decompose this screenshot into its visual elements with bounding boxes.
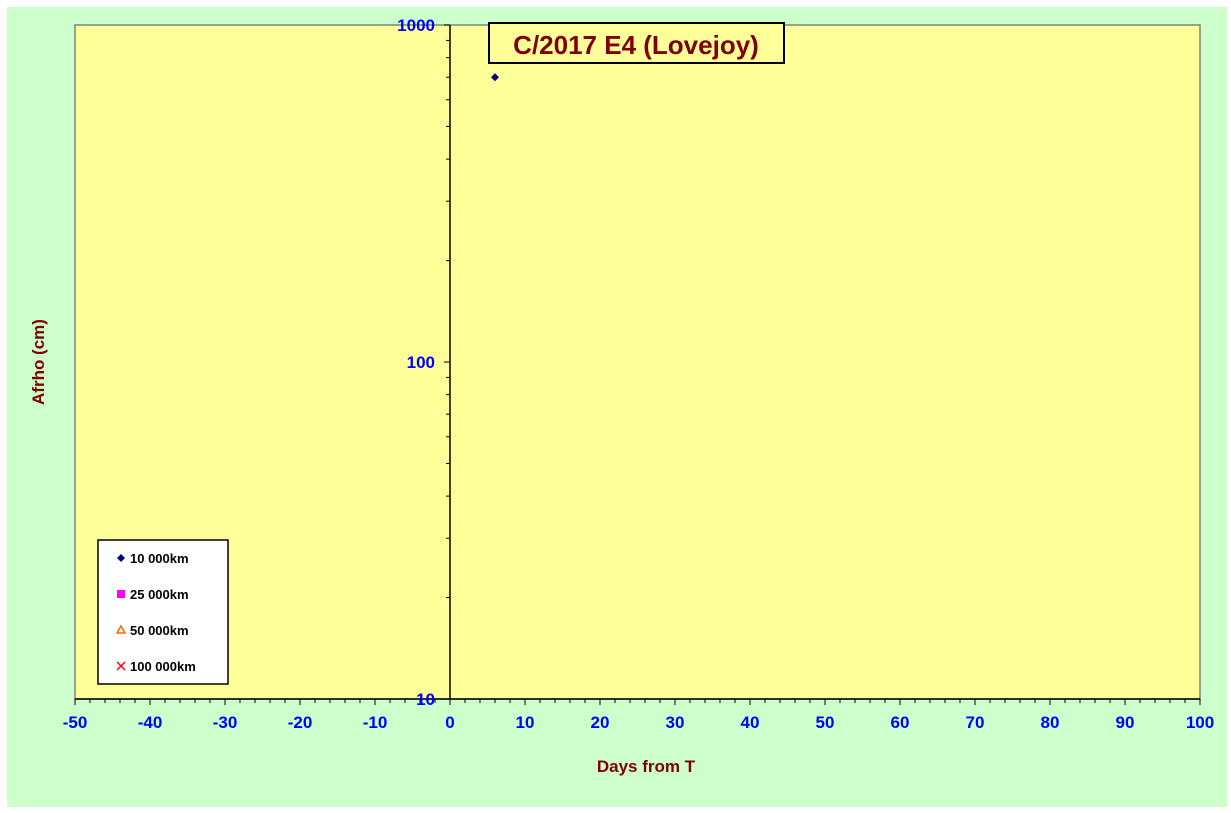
x-tick-label: 50 [816, 713, 835, 732]
y-tick-label: 1000 [397, 16, 435, 35]
y-tick-label: 10 [416, 690, 435, 709]
square-marker-icon [117, 590, 125, 598]
x-axis-title: Days from T [597, 757, 696, 776]
x-tick-label: -10 [363, 713, 388, 732]
x-tick-label: 90 [1116, 713, 1135, 732]
chart-title: C/2017 E4 (Lovejoy) [513, 30, 759, 60]
x-tick-label: 20 [591, 713, 610, 732]
plot-area [74, 24, 1201, 700]
x-tick-label: -20 [288, 713, 313, 732]
legend-label: 25 000km [130, 587, 189, 602]
legend-label: 10 000km [130, 551, 189, 566]
x-tick-label: 0 [445, 713, 454, 732]
x-tick-label: 10 [516, 713, 535, 732]
x-tick-label: 40 [741, 713, 760, 732]
y-axis-title: Afrho (cm) [29, 319, 48, 405]
x-tick-label: -30 [213, 713, 238, 732]
x-tick-label: 30 [666, 713, 685, 732]
legend-label: 100 000km [130, 659, 196, 674]
x-tick-label: 80 [1041, 713, 1060, 732]
x-tick-label: -50 [63, 713, 88, 732]
legend: 10 000km 25 000km 50 000km 100 000km [97, 539, 229, 685]
x-tick-label: 70 [966, 713, 985, 732]
y-tick-label: 100 [407, 353, 435, 372]
x-tick-label: -40 [138, 713, 163, 732]
legend-label: 50 000km [130, 623, 189, 638]
chart-svg: -50 -40 -30 -20 -10 0 10 20 30 40 50 60 70 80 90 100 10 1… [29, 16, 1214, 776]
x-tick-label: 100 [1186, 713, 1214, 732]
x-tick-label: 60 [891, 713, 910, 732]
chart-title-box: C/2017 E4 (Lovejoy) [488, 22, 785, 64]
